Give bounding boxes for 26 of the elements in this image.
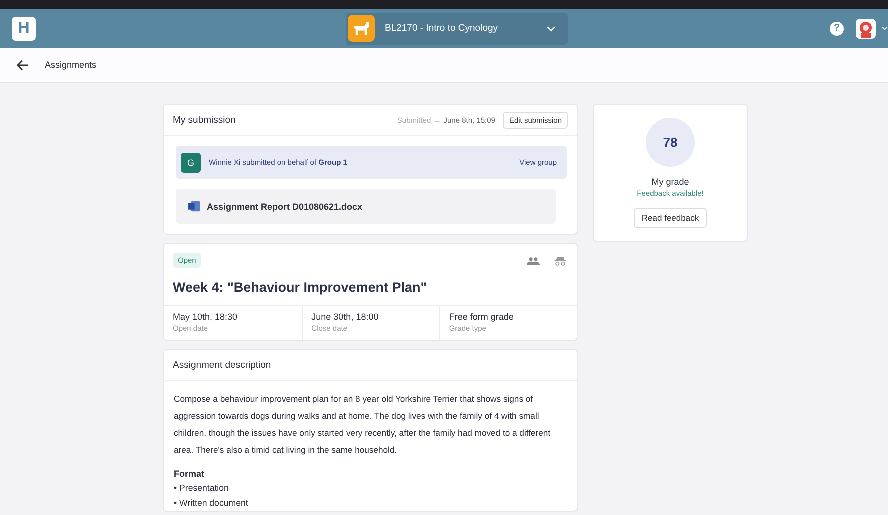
description-text: Compose a behaviour improvement plan for an 8 year old Yorkshire Terrier that shows signs of aggression towards dogs during walks and at home. The dog lives with the family of 4 with small children, though the issues have only started very recently, after the family had moved to a different area. There's also a timid cat living in the same household. [174,393,552,457]
file-attachment[interactable]: Assignment Report D01080621.docx [176,189,556,224]
list-item: • Written document [174,497,250,510]
group-avatar: G [181,152,201,172]
detail-value: May 10th, 18:30 [173,312,239,322]
detail-value: June 30th, 18:00 [312,312,380,322]
document-icon [188,201,200,212]
assignment-title: Week 4: "Behaviour Improvement Plan" [173,280,428,295]
caret-icon [547,26,556,32]
people-icon[interactable] [527,256,540,266]
grade-score: 78 [646,118,695,167]
list-item: • Presentation [174,482,230,495]
incognito-icon[interactable] [554,256,567,266]
caret-icon [882,26,888,31]
detail-value: Free form grade [449,312,515,322]
course-selector[interactable]: BL2170 - Intro to Cynology [346,12,568,44]
help-button[interactable]: ? [830,22,844,36]
format-heading: Format [174,468,206,481]
page-title: Assignments [45,60,97,70]
card-title: My submission [173,114,237,126]
dog-icon [348,15,375,42]
read-feedback-button[interactable]: Read feedback [634,208,708,228]
card-title: Assignment description [173,360,272,370]
app-logo[interactable]: H [12,16,36,40]
avatar-icon[interactable] [856,18,876,38]
grade-label: My grade [652,177,690,187]
